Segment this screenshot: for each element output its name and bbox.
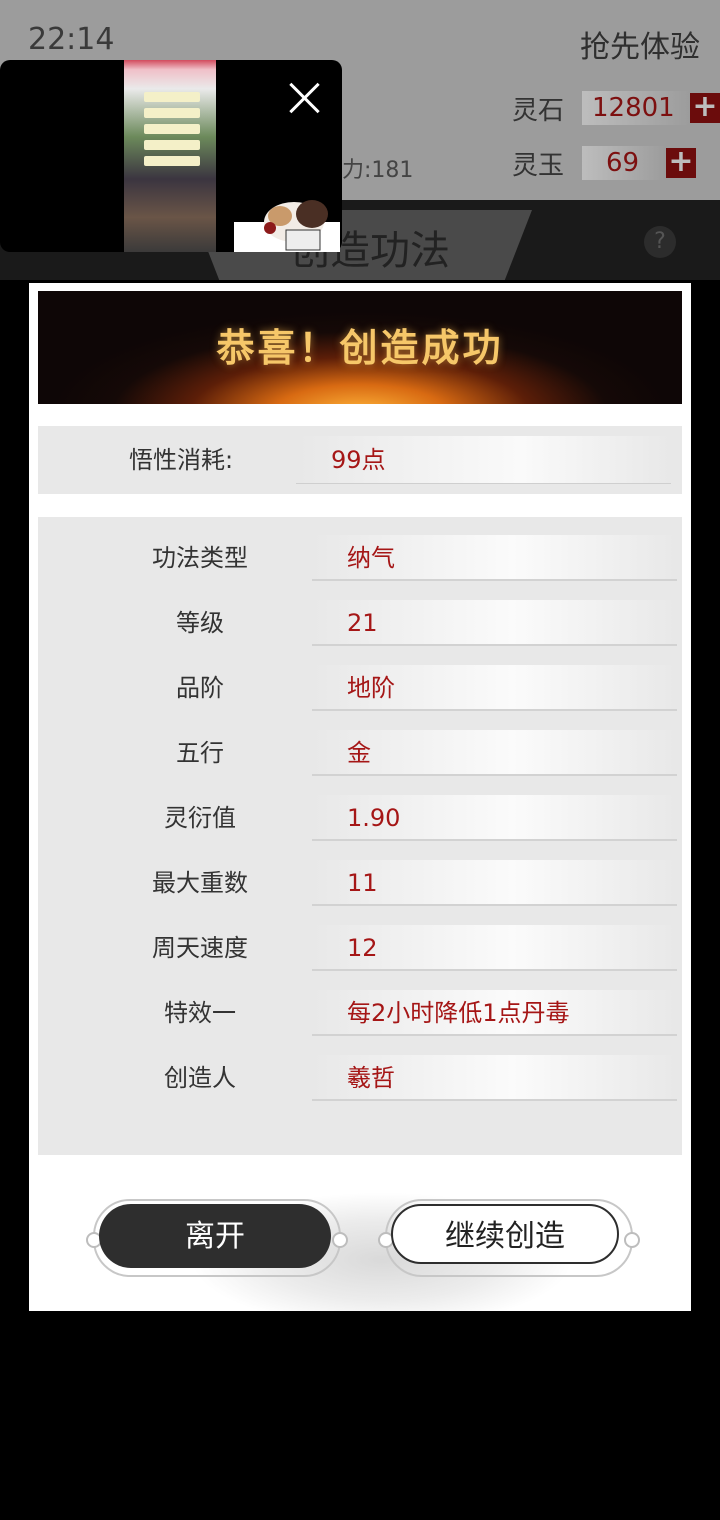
video-thumbnail[interactable] (124, 60, 216, 252)
dialog-banner: 恭喜！创造成功 (38, 291, 682, 404)
thumb-card (144, 156, 200, 166)
resource-value: 12801 (582, 91, 690, 125)
stat-row-effect-one: 特效一 每2小时降低1点丹毒 (38, 990, 682, 1036)
add-lingyu-button[interactable]: + (666, 147, 696, 178)
thumb-card (144, 140, 200, 150)
resource-label: 灵玉 (512, 150, 565, 181)
help-icon[interactable]: ? (644, 226, 676, 258)
stat-row-max-layers: 最大重数 11 (38, 860, 682, 906)
close-icon[interactable] (284, 78, 324, 118)
stat-row-grade: 品阶 地阶 (38, 665, 682, 711)
frame-knob (332, 1232, 348, 1248)
thumb-card (144, 92, 200, 102)
stat-label: 最大重数 (152, 869, 248, 897)
status-time: 22:14 (28, 22, 115, 57)
thumb-card (144, 108, 200, 118)
power-text: 力:181 (342, 158, 414, 183)
add-lingshi-button[interactable]: + (690, 92, 720, 123)
cost-box: 悟性消耗: 99点 (38, 426, 682, 494)
cost-label: 悟性消耗: (129, 446, 234, 474)
stat-value: 21 (312, 600, 677, 646)
stat-value: 纳气 (312, 535, 677, 581)
stat-value: 11 (312, 860, 677, 906)
stat-value: 12 (312, 925, 677, 971)
resource-value: 69 (582, 146, 666, 180)
stat-row-element: 五行 金 (38, 730, 682, 776)
stat-label: 五行 (176, 739, 224, 767)
frame-knob (624, 1232, 640, 1248)
stat-value: 金 (312, 730, 677, 776)
stat-row-cycle-speed: 周天速度 12 (38, 925, 682, 971)
thumb-card (144, 124, 200, 134)
stat-row-level: 等级 21 (38, 600, 682, 646)
stat-label: 品阶 (176, 674, 224, 702)
stat-value: 地阶 (312, 665, 677, 711)
stat-value: 每2小时降低1点丹毒 (312, 990, 677, 1036)
cat-sticker-icon (234, 200, 340, 252)
stats-box: 功法类型 纳气 等级 21 品阶 地阶 五行 金 灵衍值 1.90 最大重数 1… (38, 517, 682, 1155)
stat-label: 创造人 (164, 1064, 236, 1092)
stat-label: 周天速度 (152, 934, 248, 962)
continue-create-button[interactable]: 继续创造 (391, 1204, 619, 1264)
stat-label: 等级 (176, 609, 224, 637)
stat-label: 特效一 (164, 999, 236, 1027)
resource-row-lingshi: 灵石 12801 + (512, 88, 720, 128)
stat-value: 羲哲 (312, 1055, 677, 1101)
stat-row-lingyan: 灵衍值 1.90 (38, 795, 682, 841)
leave-button[interactable]: 离开 (99, 1204, 331, 1268)
first-experience-link[interactable]: 抢先体验 (580, 22, 700, 66)
stat-row-type: 功法类型 纳气 (38, 535, 682, 581)
stat-row-creator: 创造人 羲哲 (38, 1055, 682, 1101)
creation-success-dialog: 恭喜！创造成功 悟性消耗: 99点 功法类型 纳气 等级 21 品阶 地阶 五行… (29, 283, 691, 1311)
cost-value: 99点 (296, 436, 671, 484)
resource-row-lingyu: 灵玉 69 + (512, 143, 696, 183)
stat-value: 1.90 (312, 795, 677, 841)
stat-label: 灵衍值 (164, 804, 236, 832)
dialog-title: 恭喜！创造成功 (216, 325, 504, 370)
stat-label: 功法类型 (152, 544, 248, 572)
resource-label: 灵石 (512, 95, 565, 126)
